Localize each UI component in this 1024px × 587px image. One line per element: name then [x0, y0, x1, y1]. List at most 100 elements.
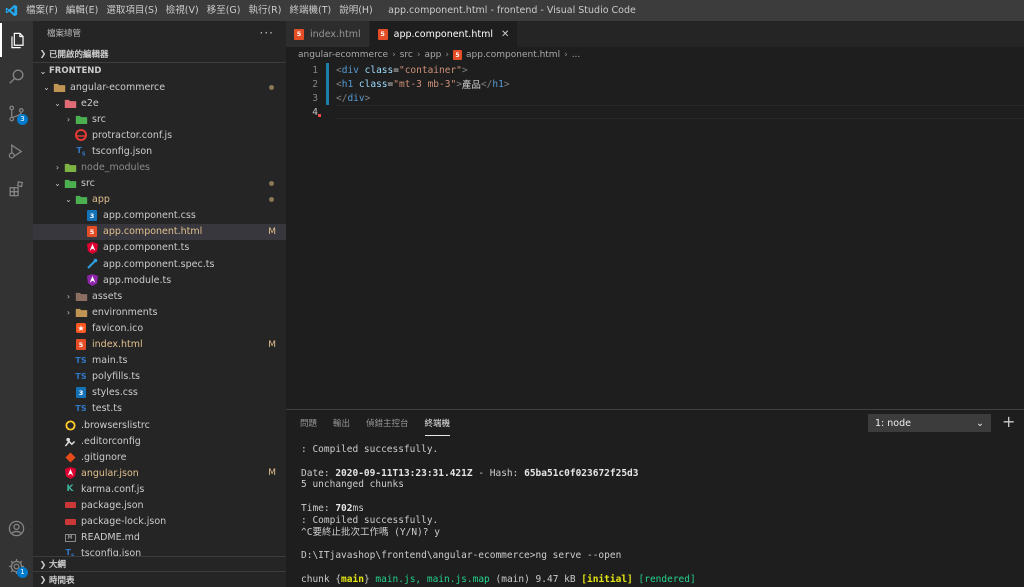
breadcrumb-item[interactable]: angular-ecommerce: [298, 50, 388, 60]
tab-app-component-html[interactable]: 5 app.component.html ✕: [369, 21, 519, 47]
tree-folder[interactable]: › node_modules: [33, 159, 286, 175]
tree-file[interactable]: angular.json M: [33, 465, 286, 481]
tree-file[interactable]: TS tsconfig.json: [33, 143, 286, 159]
terminal-line: D:\ITjavashop\frontend\angular-ecommerce…: [301, 550, 696, 562]
breadcrumb-item[interactable]: src: [400, 50, 413, 60]
git-status-badge: M: [268, 339, 276, 350]
menu-item[interactable]: 終端機(T): [285, 0, 335, 21]
html5-icon: 5: [377, 28, 388, 40]
settings-icon[interactable]: 1: [0, 549, 33, 583]
tree-file[interactable]: app.module.ts: [33, 272, 286, 288]
title-bar: 檔案(F) 編輯(E) 選取項目(S) 檢視(V) 移至(G) 執行(R) 終端機(T) 說明…: [0, 0, 1024, 21]
extensions-icon[interactable]: [0, 171, 33, 205]
line-number: 1: [312, 64, 318, 76]
tree-file[interactable]: 5 index.html M: [33, 337, 286, 353]
tree-item-label: test.ts: [92, 403, 122, 415]
terminal-text: 2020-09-11T13:23:31.421Z: [335, 467, 473, 479]
tree-file[interactable]: TS main.ts: [33, 353, 286, 369]
code-line: 2 < h1 class = "mt-3 mb-3" > 產品 </h1 >: [286, 77, 1024, 91]
close-icon[interactable]: ✕: [501, 29, 509, 40]
tab-index-html[interactable]: 5 index.html: [286, 21, 370, 47]
tree-file[interactable]: TS test.ts: [33, 401, 286, 417]
tree-item-label: protractor.conf.js: [92, 129, 173, 141]
new-terminal-icon[interactable]: +: [1002, 412, 1015, 431]
run-debug-icon[interactable]: [0, 134, 33, 168]
terminal-output[interactable]: : Compiled successfully. Date: 2020-09-11…: [301, 444, 696, 586]
code-token: "mt-3 mb-3": [393, 78, 457, 90]
terminal-select[interactable]: 1: node ⌄: [868, 414, 991, 432]
source-control-icon[interactable]: 3: [0, 96, 33, 130]
account-icon[interactable]: [0, 511, 33, 545]
code-token: "container": [398, 64, 462, 76]
code-line: 1 < div class = "container" >: [286, 63, 1024, 77]
explorer-icon[interactable]: [0, 23, 33, 57]
tree-folder[interactable]: ⌄ angular-ecommerce: [33, 79, 286, 95]
tree-file[interactable]: .gitignore: [33, 449, 286, 465]
tree-file[interactable]: 5 app.component.html M: [33, 223, 286, 240]
tree-item-label: index.html: [92, 339, 143, 351]
tree-file[interactable]: .editorconfig: [33, 433, 286, 449]
terminal-text: main: [341, 573, 364, 585]
menu-bar: 檔案(F) 編輯(E) 選取項目(S) 檢視(V) 移至(G) 執行(R) 終端機(T) 說明…: [22, 0, 377, 21]
terminal-text: : Compiled successfully.: [301, 444, 439, 455]
tree-file[interactable]: app.component.ts: [33, 240, 286, 256]
menu-item[interactable]: 說明(H): [335, 0, 377, 21]
tree-folder[interactable]: › assets: [33, 288, 286, 304]
panel-tab[interactable]: 偵錯主控台: [366, 410, 409, 436]
tree-file[interactable]: Kkarma.conf.js: [33, 481, 286, 497]
tree-item-label: styles.css: [92, 387, 138, 399]
terminal-line: 5 unchanged chunks: [301, 479, 696, 491]
menu-item[interactable]: 移至(G): [203, 0, 245, 21]
breadcrumb-item[interactable]: app.component.html: [466, 50, 560, 60]
search-icon[interactable]: [0, 59, 33, 93]
tree-item-label: environments: [92, 306, 158, 318]
modified-dot: [269, 181, 274, 187]
breadcrumb-item[interactable]: ...: [572, 50, 581, 60]
error-marker: [318, 114, 321, 117]
git-status-badge: M: [268, 226, 276, 237]
markdown-icon: M: [63, 532, 77, 544]
folder-icon: [52, 81, 66, 93]
menu-item[interactable]: 檔案(F): [22, 0, 62, 21]
tree-file[interactable]: package-lock.json: [33, 514, 286, 530]
editor-tabs: 5 index.html 5 app.component.html ✕: [286, 21, 1024, 47]
timeline-section[interactable]: ❯ 時間表: [33, 571, 286, 587]
outline-section[interactable]: ❯ 大綱: [33, 556, 286, 571]
breadcrumb-item[interactable]: app: [424, 50, 441, 60]
tree-file[interactable]: 3 styles.css: [33, 385, 286, 401]
menu-item[interactable]: 執行(R): [244, 0, 285, 21]
tree-file[interactable]: ★ favicon.ico: [33, 320, 286, 336]
tree-folder[interactable]: ⌄ e2e: [33, 95, 286, 111]
code-token: >: [364, 92, 371, 104]
tree-folder[interactable]: › environments: [33, 304, 286, 320]
tree-file[interactable]: protractor.conf.js: [33, 127, 286, 143]
tree-folder[interactable]: ⌄ app: [33, 192, 286, 208]
panel-tab[interactable]: 問題: [300, 410, 317, 436]
terminal-text: }: [363, 573, 376, 585]
terminal-text: [rendered]: [638, 573, 696, 585]
explorer-sidebar: 檔案總管 ··· ❯ 已開啟的編輯器 ⌄ FRONTEND ⌄ angular-e…: [33, 21, 286, 587]
open-editors-section[interactable]: ❯ 已開啟的編輯器: [33, 45, 286, 62]
tree-file[interactable]: package.json: [33, 497, 286, 513]
tree-item-label: favicon.ico: [92, 322, 144, 334]
menu-item[interactable]: 檢視(V): [162, 0, 203, 21]
tree-file[interactable]: TS polyfills.ts: [33, 369, 286, 385]
terminal-line: chunk {main} main.js, main.js.map (main)…: [301, 574, 696, 586]
tree-folder[interactable]: ⌄ src: [33, 176, 286, 192]
tree-file[interactable]: 3 app.component.css: [33, 208, 286, 224]
tree-file[interactable]: app.component.spec.ts: [33, 256, 286, 272]
tree-file[interactable]: M README.md: [33, 530, 286, 546]
tree-item-label: angular.json: [81, 467, 139, 479]
tree-folder[interactable]: › src: [33, 111, 286, 127]
chevron-right-icon: ›: [66, 291, 71, 301]
tree-file[interactable]: .browserslistrc: [33, 417, 286, 433]
panel-tab[interactable]: 終端機: [424, 410, 451, 436]
workspace-root-section[interactable]: ⌄ FRONTEND: [33, 62, 286, 79]
menu-item[interactable]: 編輯(E): [62, 0, 102, 21]
panel-tab[interactable]: 輸出: [333, 410, 350, 436]
ts-icon: TS: [75, 404, 87, 414]
more-actions-icon[interactable]: ···: [260, 26, 274, 40]
menu-item[interactable]: 選取項目(S): [102, 0, 161, 21]
git-status-badge: M: [268, 468, 276, 479]
